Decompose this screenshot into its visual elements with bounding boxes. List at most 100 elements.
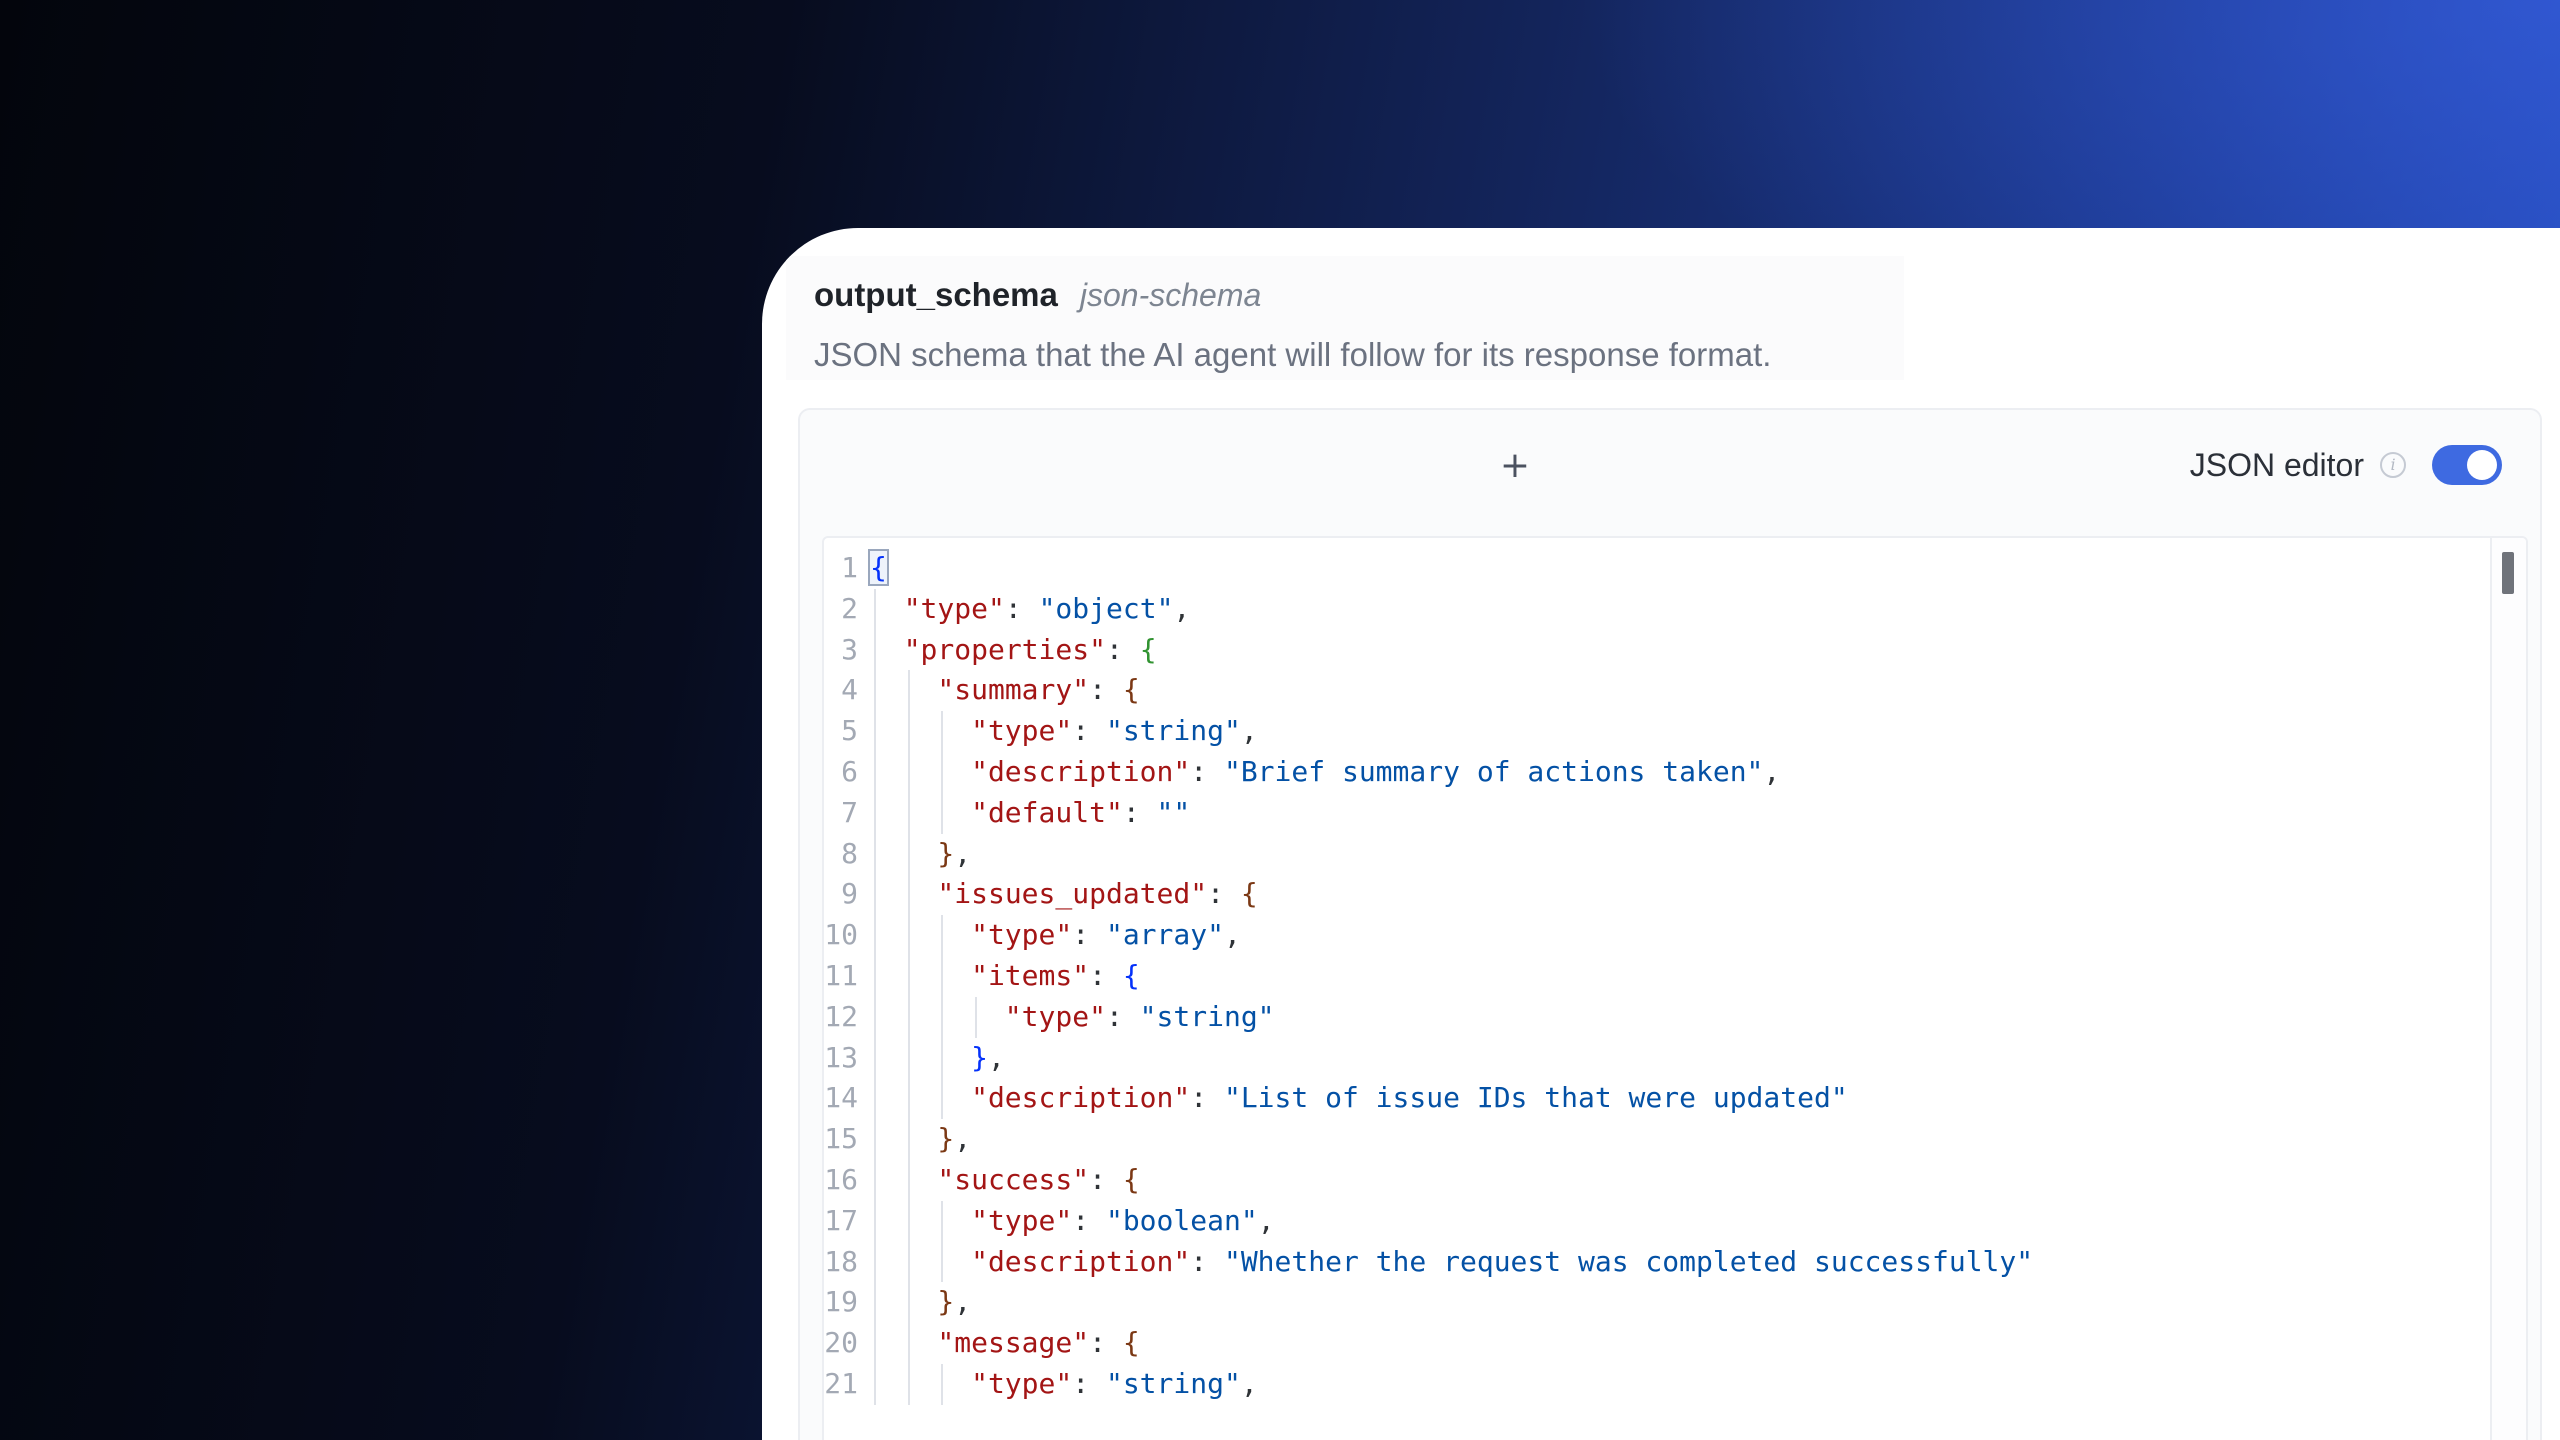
scrollbar-track[interactable] xyxy=(2490,538,2526,1440)
code-token: , xyxy=(1240,714,1258,748)
indent-guide xyxy=(941,915,944,956)
code-text: "description": "Brief summary of actions… xyxy=(971,752,1780,793)
code-token: } xyxy=(937,1285,955,1319)
code-line: 3 "properties": { xyxy=(824,629,2464,671)
json-editor-toolbar: JSON editor i xyxy=(2190,440,2502,490)
code-text: "type": "string", xyxy=(971,711,1258,752)
indent-guide xyxy=(907,915,910,956)
indent-guide xyxy=(874,588,876,630)
code-text: }, xyxy=(937,1119,971,1160)
code-editor[interactable]: 1{2 "type": "object", 3 "properties": {4 "su… xyxy=(822,536,2528,1440)
indent-guide xyxy=(907,1037,910,1079)
indent-guide xyxy=(907,1323,910,1364)
code-token: } xyxy=(971,1040,988,1074)
code-token: "type" xyxy=(971,918,1073,952)
scrollbar-thumb[interactable] xyxy=(2502,552,2514,594)
code-token: "string" xyxy=(1105,714,1241,748)
indent-guide xyxy=(907,1078,910,1120)
code-token: : xyxy=(1190,754,1224,788)
line-number: 1 xyxy=(841,551,858,584)
indent-guide xyxy=(874,915,876,956)
code-token: { xyxy=(1122,1162,1140,1196)
code-text: "message": { xyxy=(937,1323,1139,1364)
code-line: 20 "message": { xyxy=(824,1323,2464,1364)
code-token: : xyxy=(1105,632,1140,666)
indent-guide xyxy=(874,1241,876,1283)
indent-guide xyxy=(874,1159,876,1201)
indent-guide xyxy=(907,1241,910,1283)
code-token: "summary" xyxy=(937,673,1090,707)
indent-guide xyxy=(874,670,876,712)
indent-guide xyxy=(941,792,944,834)
code-line: 16 "success": { xyxy=(824,1159,2464,1201)
code-token: } xyxy=(937,1122,955,1156)
code-token: , xyxy=(1173,591,1191,625)
line-number: 9 xyxy=(841,877,858,911)
code-text: "issues_updated": { xyxy=(937,874,1257,915)
json-editor-card: + JSON editor i 1 {2 "type": "object", 3 "pr… xyxy=(798,408,2542,1440)
code-token: , xyxy=(1240,1366,1258,1400)
code-text: "default": "" xyxy=(971,793,1190,834)
indent-guide xyxy=(907,833,910,875)
code-line: 14 "description": "List of issue IDs that… xyxy=(824,1078,2464,1120)
line-number: 3 xyxy=(841,632,858,666)
code-token: "type" xyxy=(1004,999,1106,1033)
indent-guide xyxy=(941,1200,944,1242)
add-button[interactable]: + xyxy=(1490,440,1540,490)
code-token: "type" xyxy=(903,591,1005,625)
code-token: , xyxy=(954,1122,972,1156)
code-token: "description" xyxy=(971,754,1191,788)
code-token: , xyxy=(1257,1203,1275,1237)
code-text: "type": "object", xyxy=(904,589,1191,630)
code-token: : xyxy=(1072,918,1106,952)
indent-guide xyxy=(975,996,978,1038)
code-text: }, xyxy=(937,1282,971,1323)
indent-guide xyxy=(907,670,910,712)
line-number: 6 xyxy=(841,754,858,788)
line-number: 8 xyxy=(841,836,858,870)
indent-guide xyxy=(874,1282,876,1324)
code-line: 7 "default": "" xyxy=(824,792,2464,834)
code-token: { xyxy=(868,549,889,586)
code-token: "description" xyxy=(971,1081,1191,1115)
indent-guide xyxy=(874,629,876,671)
indent-guide xyxy=(941,1241,944,1283)
indent-guide xyxy=(907,874,910,916)
code-token: "string" xyxy=(1105,1366,1241,1400)
code-token: "issues_updated" xyxy=(937,877,1208,911)
line-number: 12 xyxy=(824,999,858,1033)
json-editor-toggle[interactable] xyxy=(2432,445,2502,485)
indent-guide xyxy=(907,751,910,793)
indent-guide xyxy=(941,1078,944,1120)
indent-guide xyxy=(874,711,876,752)
code-text: }, xyxy=(971,1038,1005,1079)
code-token: : xyxy=(1089,1162,1123,1196)
indent-guide xyxy=(907,1363,910,1405)
indent-guide xyxy=(907,1119,910,1160)
indent-guide xyxy=(874,955,876,997)
indent-guide xyxy=(874,1323,876,1364)
indent-guide xyxy=(874,1363,876,1405)
code-token: "type" xyxy=(971,1203,1073,1237)
code-text: "description": "List of issue IDs that w… xyxy=(971,1078,1848,1119)
line-number: 2 xyxy=(841,591,858,625)
code-token: : xyxy=(1207,877,1241,911)
field-header: output_schema json-schema JSON schema th… xyxy=(786,256,1904,380)
info-icon[interactable]: i xyxy=(2380,452,2406,478)
indent-guide xyxy=(874,792,876,834)
indent-guide xyxy=(874,751,876,793)
code-text: "type": "string", xyxy=(971,1364,1258,1405)
code-token: "Whether the request was completed succe… xyxy=(1223,1244,2034,1278)
code-text: "type": "string" xyxy=(1005,997,1275,1038)
indent-guide xyxy=(907,955,910,997)
code-text: "success": { xyxy=(937,1160,1139,1201)
code-token: "List of issue IDs that were updated" xyxy=(1223,1081,1848,1115)
code-token: "Brief summary of actions taken" xyxy=(1223,754,1764,788)
indent-guide xyxy=(907,1159,910,1201)
field-type: json-schema xyxy=(1079,277,1262,313)
line-number: 21 xyxy=(824,1366,858,1400)
code-token: "message" xyxy=(937,1326,1090,1360)
code-line: 21 "type": "string", xyxy=(824,1363,2464,1405)
code-token: , xyxy=(954,1285,972,1319)
field-name: output_schema xyxy=(814,276,1058,313)
